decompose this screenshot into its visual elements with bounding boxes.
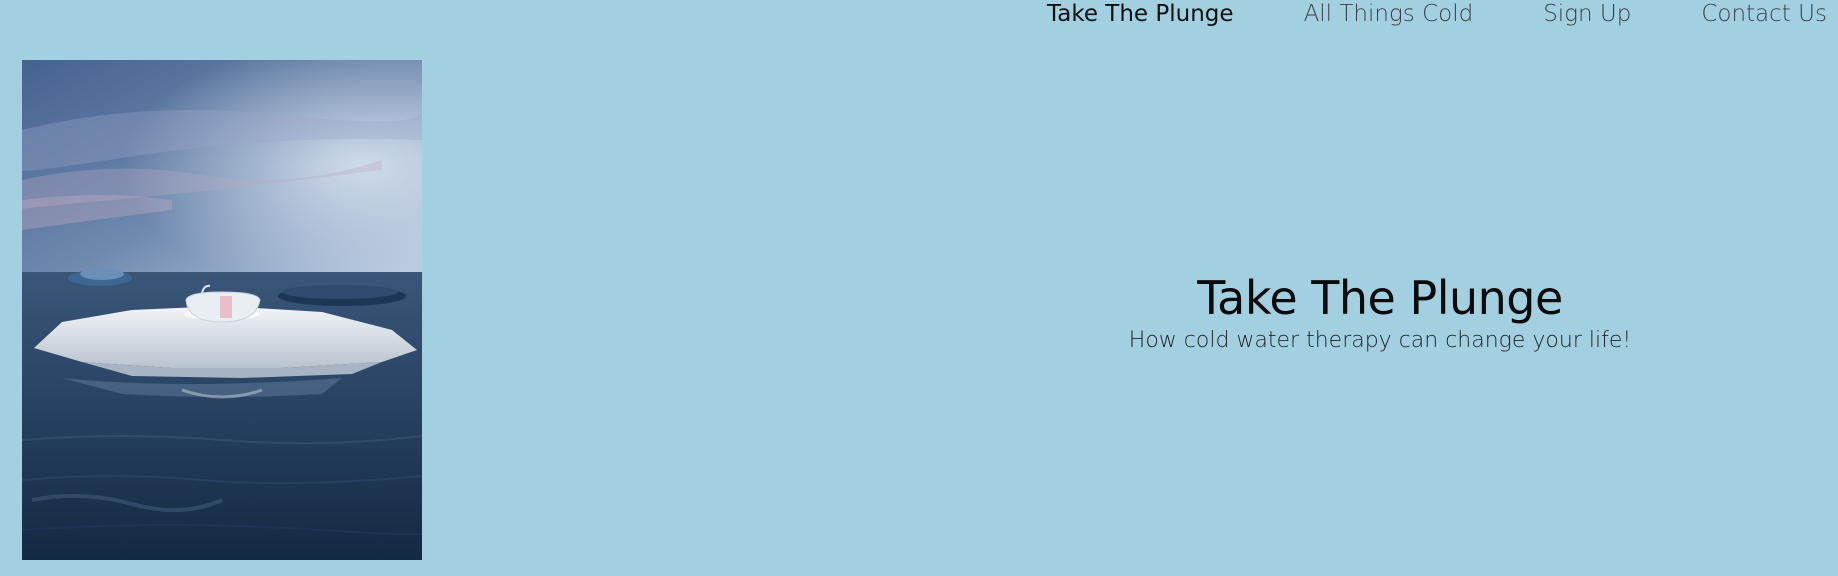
- hero-text: Take The Plunge How cold water therapy c…: [1040, 270, 1720, 356]
- hero-image: [22, 60, 422, 560]
- hero-title: Take The Plunge: [1197, 271, 1563, 325]
- main-nav: Take The Plunge All Things Cold Sign Up …: [1047, 0, 1838, 30]
- nav-link-sign-up[interactable]: Sign Up: [1543, 0, 1631, 28]
- nav-link-all-things-cold[interactable]: All Things Cold: [1304, 0, 1474, 28]
- nav-link-take-the-plunge[interactable]: Take The Plunge: [1047, 0, 1234, 28]
- nav-link-contact-us[interactable]: Contact Us: [1701, 0, 1827, 28]
- hero-subtitle: How cold water therapy can change your l…: [1128, 328, 1632, 353]
- ice-bath-illustration: [22, 60, 422, 560]
